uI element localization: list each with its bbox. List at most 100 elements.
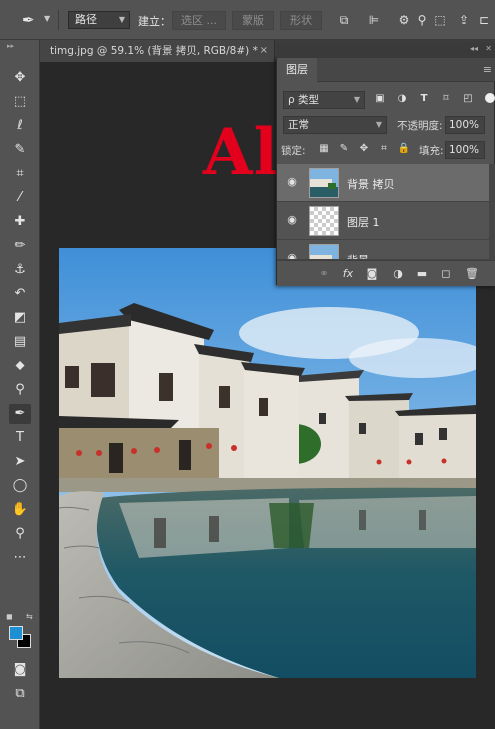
hand-tool-icon[interactable]: ✋ — [9, 500, 31, 520]
layer-thumbnail-image — [310, 245, 338, 259]
chevron-down-icon: ▼ — [375, 120, 382, 129]
document-tab-title: timg.jpg @ 59.1% (背景 拷贝, RGB/8#) * — [50, 45, 258, 57]
village-photo — [59, 248, 476, 678]
make-shape-button[interactable]: 形状 — [280, 11, 322, 30]
layers-panel: ◂◂ ✕ 图层 ≡ ρ 类型 ▼ ▣ ◑ T ⌑ ◰ 正常 ▼ 不透明度: 10… — [276, 43, 495, 286]
make-label: 建立： — [138, 15, 171, 28]
new-group-icon[interactable]: ▬ — [415, 267, 429, 281]
lock-label: 锁定: — [281, 145, 306, 157]
marquee-tool-icon[interactable]: ⬚ — [9, 92, 31, 112]
layer-name[interactable]: 背景 拷贝 — [347, 176, 395, 192]
pen-tool-icon[interactable]: ✒ — [9, 404, 31, 424]
close-icon[interactable]: × — [260, 40, 268, 62]
collapse-icon[interactable]: ▸▸ — [7, 42, 14, 50]
path-arrangement-icon[interactable]: ⚙ — [396, 12, 412, 28]
visibility-eye-icon[interactable]: ◉ — [285, 176, 299, 188]
layer-filter-select[interactable]: ρ 类型 ▼ — [283, 91, 365, 109]
layer-row[interactable]: ◉ 图层 1 — [277, 202, 489, 240]
make-mask-button[interactable]: 蒙版 — [232, 11, 274, 30]
screen-mode-icon[interactable]: ⧉ — [9, 684, 31, 704]
pixel-filter-icon[interactable]: ▣ — [373, 92, 387, 106]
options-bar: ✒ ▼ 路径 ▼ 建立： 选区 ... 蒙版 形状 ⧉ ⊫ ⚙ ⚲ ⬚ ⇪ ⊏ — [0, 0, 495, 40]
quick-selection-tool-icon[interactable]: ✎ — [9, 140, 31, 160]
lock-position-icon[interactable]: ✥ — [357, 142, 371, 156]
layers-bottom-bar: ⚭ fx ◙ ◑ ▬ ◻ 🗑 — [277, 260, 495, 286]
move-tool-icon[interactable]: ✥ — [9, 68, 31, 88]
lock-artboard-icon[interactable]: ⌗ — [377, 142, 391, 156]
layer-style-icon[interactable]: fx — [341, 267, 355, 281]
lock-transparency-icon[interactable]: ▦ — [317, 142, 331, 156]
chevron-down-icon: ▼ — [118, 15, 125, 24]
chevron-down-icon: ▼ — [353, 95, 360, 104]
swap-colors-icon[interactable]: ⇆ — [26, 612, 33, 621]
lasso-tool-icon[interactable]: ℓ — [9, 116, 31, 136]
layer-thumbnail-image — [310, 169, 338, 197]
blend-mode-select[interactable]: 正常 ▼ — [283, 116, 387, 134]
layer-name[interactable]: 图层 1 — [347, 214, 380, 230]
visibility-eye-icon[interactable]: ◉ — [285, 252, 299, 260]
link-layers-icon[interactable]: ⚭ — [317, 267, 331, 281]
healing-brush-tool-icon[interactable]: ✚ — [9, 212, 31, 232]
type-tool-icon[interactable]: T — [9, 428, 31, 448]
visibility-eye-icon[interactable]: ◉ — [285, 214, 299, 226]
gradient-tool-icon[interactable]: ▤ — [9, 332, 31, 352]
history-brush-tool-icon[interactable]: ↶ — [9, 284, 31, 304]
opacity-input[interactable]: 100% — [445, 116, 485, 134]
ellipse-tool-icon[interactable]: ◯ — [9, 476, 31, 496]
layer-thumbnail — [309, 168, 339, 198]
make-selection-button[interactable]: 选区 ... — [172, 11, 226, 30]
pen-mode-value: 路径 — [75, 13, 97, 26]
eraser-tool-icon[interactable]: ◩ — [9, 308, 31, 328]
layer-row[interactable]: ◉ 背景 — [277, 240, 489, 260]
dodge-tool-icon[interactable]: ⚲ — [9, 380, 31, 400]
arrange-icon[interactable]: ⊏ — [476, 12, 492, 28]
quick-mask-icon[interactable]: ◙ — [9, 660, 31, 680]
blur-tool-icon[interactable]: ⬥ — [9, 356, 31, 376]
brush-tool-icon[interactable]: ✏ — [9, 236, 31, 256]
divider — [58, 10, 59, 30]
eyedropper-tool-icon[interactable]: ⁄ — [9, 188, 31, 208]
layer-row[interactable]: ◉ 背景 拷贝 — [277, 164, 489, 202]
panel-collapse-icon[interactable]: ◂◂ — [470, 44, 478, 53]
adjustment-filter-icon[interactable]: ◑ — [395, 92, 409, 106]
tools-panel: ▸▸ ✥ ⬚ ℓ ✎ ⌗ ⁄ ✚ ✏ ⚓ ↶ ◩ ▤ ⬥ ⚲ ✒ T ➤ ◯ ✋… — [0, 40, 40, 729]
crop-tool-icon[interactable]: ⌗ — [9, 164, 31, 184]
chevron-down-icon[interactable]: ▼ — [44, 14, 50, 23]
lock-pixels-icon[interactable]: ✎ — [337, 142, 351, 156]
workspace-icon[interactable]: ⬚ — [432, 12, 448, 28]
share-icon[interactable]: ⇪ — [456, 12, 472, 28]
search-icon[interactable]: ⚲ — [414, 12, 430, 28]
fill-input[interactable]: 100% — [445, 141, 485, 159]
tab-layers[interactable]: 图层 — [277, 58, 317, 82]
more-tools-icon[interactable]: ⋯ — [9, 548, 31, 568]
layers-scrollbar[interactable] — [489, 164, 495, 260]
opacity-label: 不透明度: — [397, 120, 443, 132]
smart-object-filter-icon[interactable]: ◰ — [461, 92, 475, 106]
path-alignment-icon[interactable]: ⊫ — [366, 12, 382, 28]
document-tab[interactable]: timg.jpg @ 59.1% (背景 拷贝, RGB/8#) * × — [40, 40, 275, 62]
pen-tool-preset-icon[interactable]: ✒ — [22, 12, 40, 28]
close-icon[interactable]: ✕ — [485, 44, 492, 53]
path-selection-tool-icon[interactable]: ➤ — [9, 452, 31, 472]
canvas-image[interactable] — [59, 248, 476, 678]
add-mask-icon[interactable]: ◙ — [365, 267, 379, 281]
blend-mode-value: 正常 — [288, 119, 309, 131]
pen-mode-select[interactable]: 路径 ▼ — [68, 11, 130, 29]
fill-label: 填充: — [419, 145, 444, 157]
adjustment-layer-icon[interactable]: ◑ — [391, 267, 405, 281]
zoom-tool-icon[interactable]: ⚲ — [9, 524, 31, 544]
foreground-color-swatch[interactable] — [9, 626, 23, 640]
layer-name[interactable]: 背景 — [347, 252, 369, 259]
panel-menu-icon[interactable]: ≡ — [483, 63, 492, 76]
lock-all-icon[interactable]: 🔒 — [397, 142, 411, 156]
clone-stamp-tool-icon[interactable]: ⚓ — [9, 260, 31, 280]
filter-toggle[interactable] — [485, 93, 495, 103]
type-filter-icon[interactable]: T — [417, 92, 431, 106]
layer-thumbnail — [309, 206, 339, 236]
default-colors-icon[interactable]: ◼ — [6, 612, 13, 621]
new-layer-icon[interactable]: ◻ — [439, 267, 453, 281]
panel-dock-header: ◂◂ ✕ — [277, 43, 495, 58]
delete-layer-icon[interactable]: 🗑 — [465, 267, 479, 281]
shape-filter-icon[interactable]: ⌑ — [439, 92, 453, 106]
path-operations-icon[interactable]: ⧉ — [336, 12, 352, 28]
